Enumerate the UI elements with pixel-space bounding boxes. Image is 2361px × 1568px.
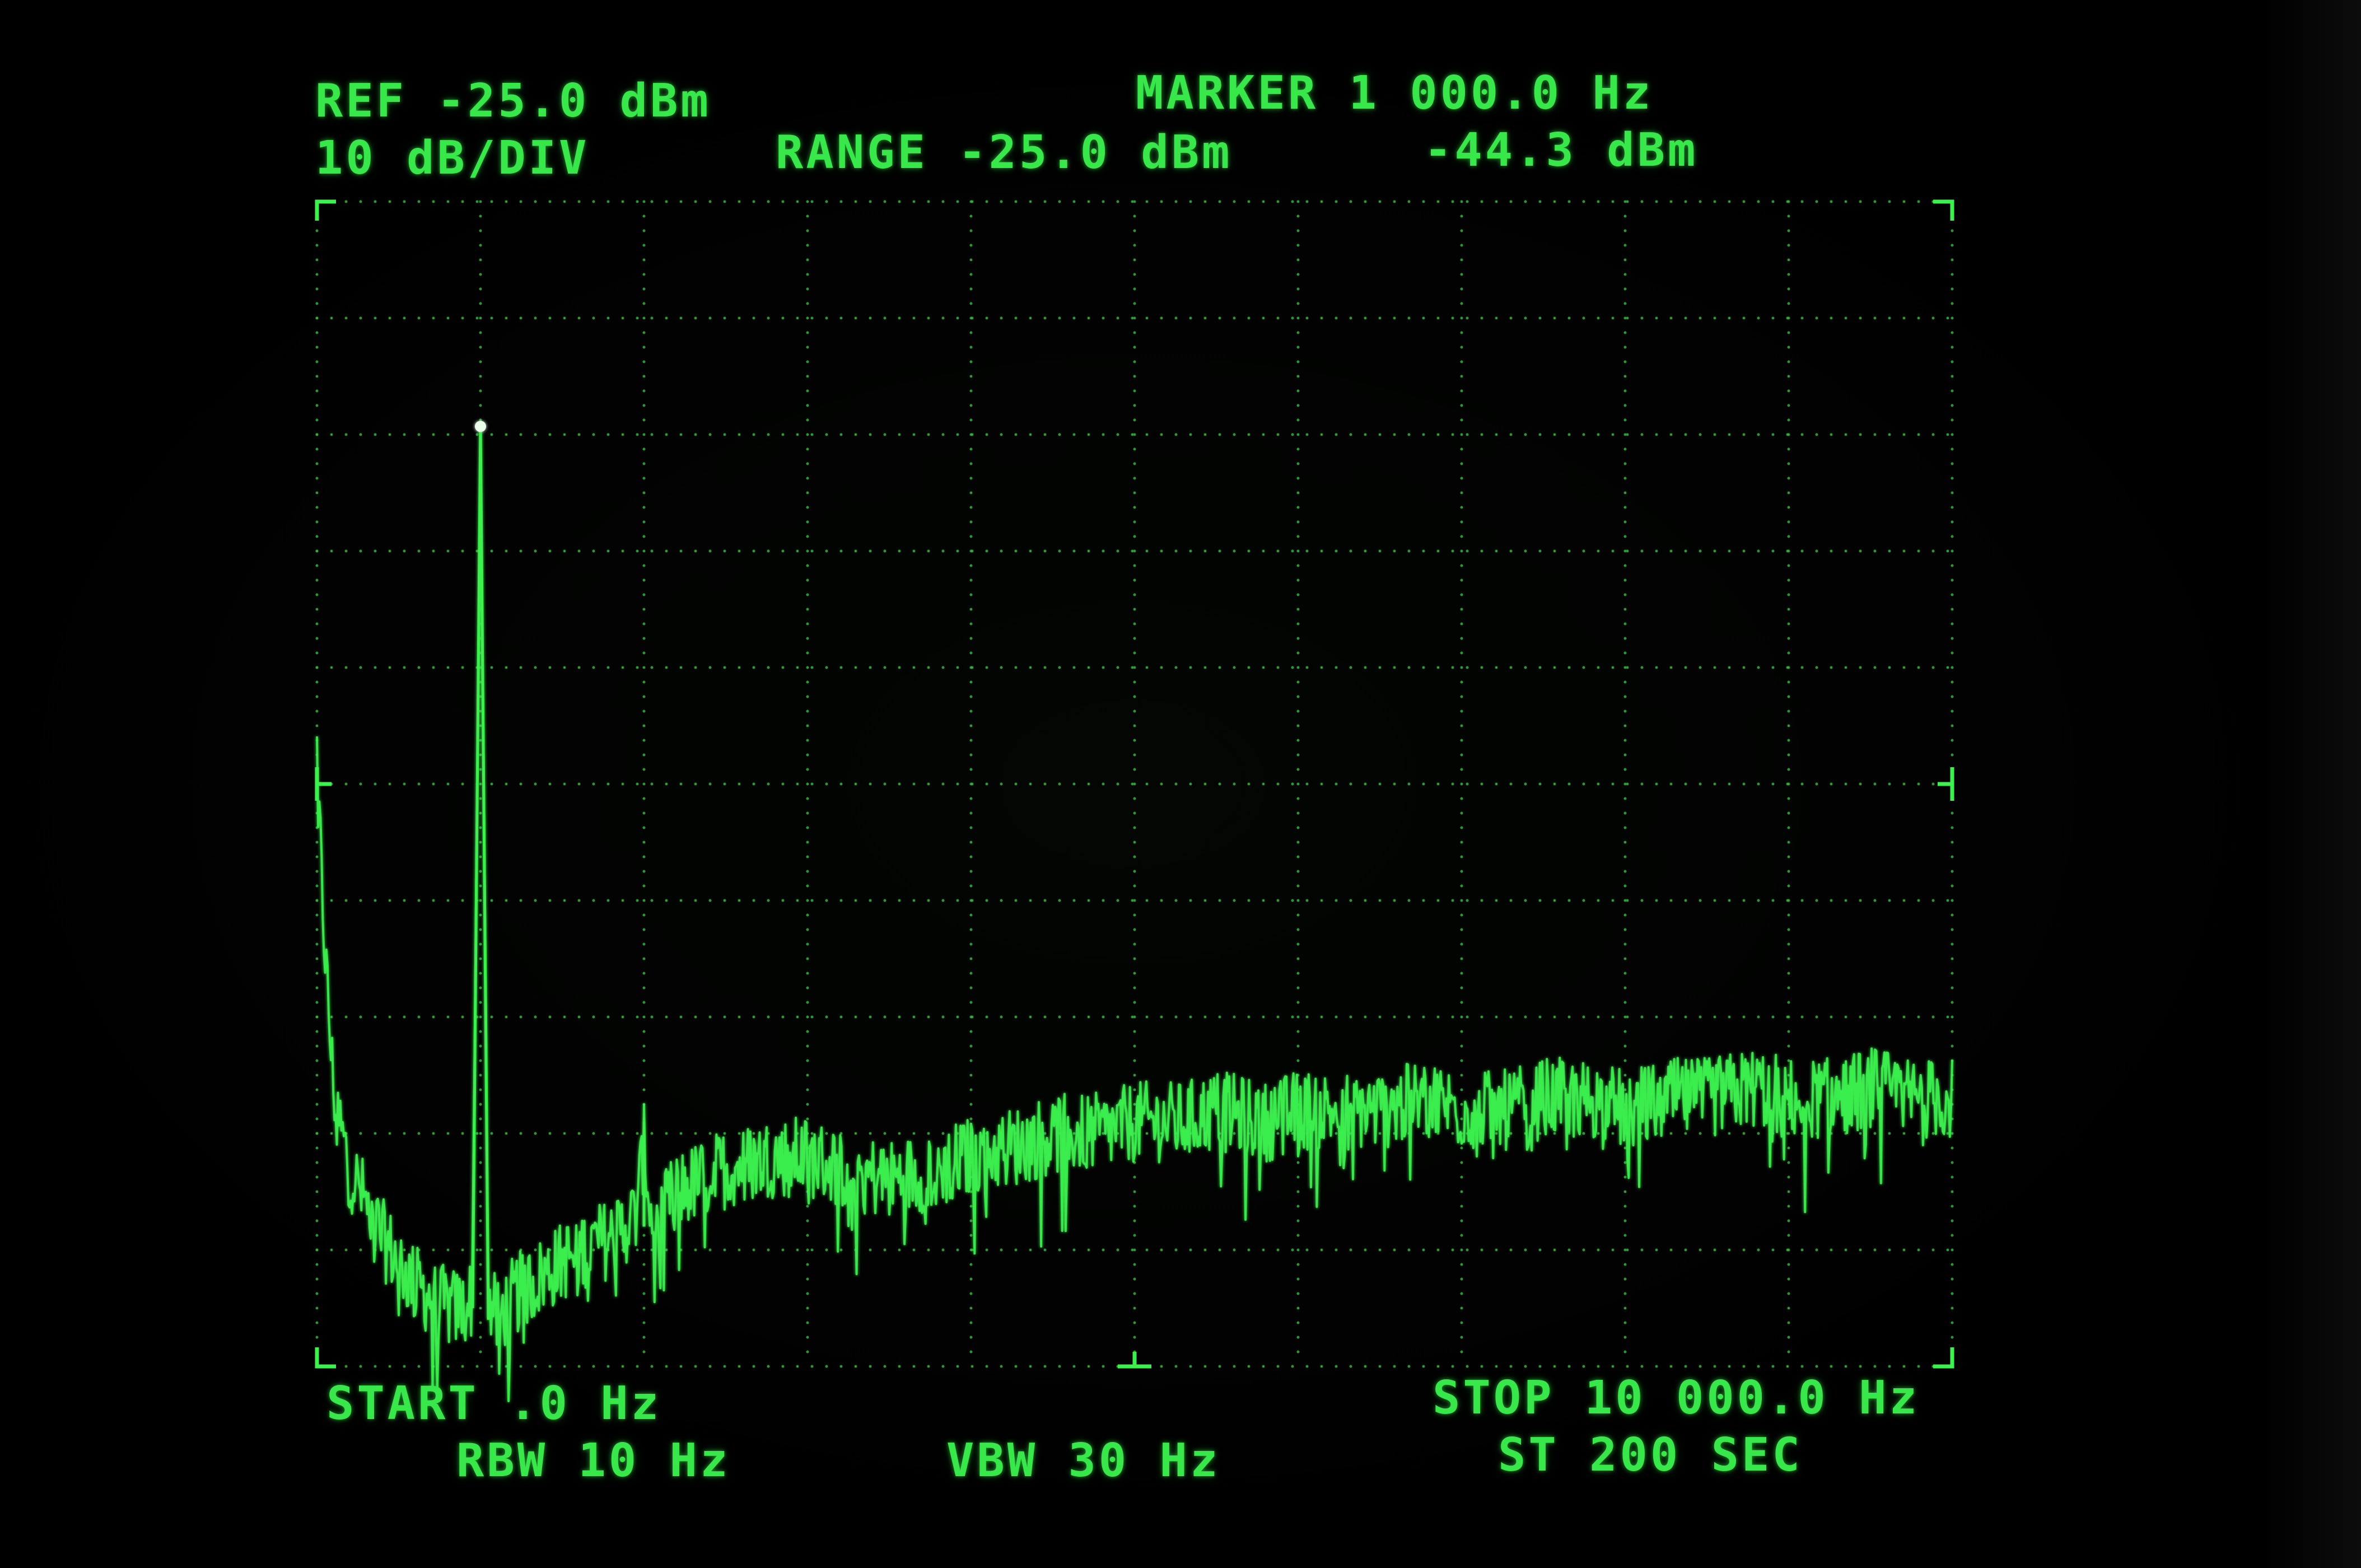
frame-corner (315, 1347, 336, 1369)
spectrum-plot (315, 199, 1954, 1402)
vbw-label: VBW 30 Hz (946, 1434, 1221, 1487)
scale-label: 10 dB/DIV (315, 132, 590, 185)
range-label: RANGE -25.0 dBm (776, 126, 1233, 179)
center-tick (315, 767, 332, 801)
trace-layer (316, 421, 1953, 1402)
center-tick (1938, 767, 1954, 801)
stop-frequency-label: STOP 10 000.0 Hz (1433, 1371, 1920, 1425)
start-frequency-label: START .0 Hz (326, 1377, 662, 1430)
frame-corner (1933, 1347, 1954, 1369)
frame-corner (1933, 199, 1954, 221)
frame-corner (315, 199, 336, 221)
ref-level-label: REF -25.0 dBm (315, 74, 711, 128)
center-tick (1118, 1352, 1151, 1369)
rbw-label: RBW 10 Hz (456, 1434, 731, 1487)
signal-peak (471, 426, 490, 1320)
graticule-grid (315, 200, 1954, 1368)
marker-point (475, 421, 486, 432)
sweep-time-label: ST 200 SEC (1498, 1429, 1803, 1482)
marker-frequency-label: MARKER 1 000.0 Hz (1136, 67, 1654, 120)
marker-level-label: -44.3 dBm (1424, 124, 1699, 177)
